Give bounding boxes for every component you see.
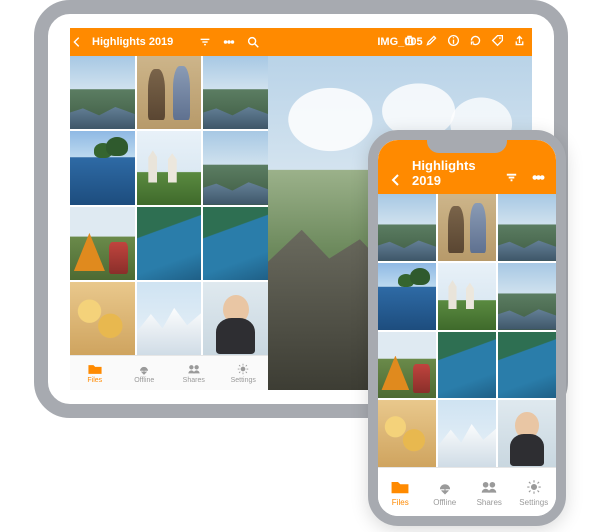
gallery-thumb[interactable] <box>70 282 135 355</box>
gallery-thumb[interactable] <box>438 263 496 330</box>
share-icon[interactable] <box>513 34 526 50</box>
tab-settings[interactable]: Settings <box>219 356 269 390</box>
viewer-header-bar: IMG_005 <box>268 28 532 56</box>
refresh-icon[interactable] <box>469 34 482 50</box>
gallery-thumb[interactable] <box>137 56 202 129</box>
more-icon[interactable] <box>531 170 546 188</box>
gallery-thumb[interactable] <box>70 207 135 280</box>
gallery-header-bar: Highlights 2019 <box>70 28 268 56</box>
gallery-thumb[interactable] <box>438 194 496 261</box>
info-icon[interactable] <box>447 34 460 50</box>
tab-label: Files <box>87 377 102 384</box>
gallery-thumb[interactable] <box>498 194 556 261</box>
gallery-thumb[interactable] <box>137 207 202 280</box>
gallery-thumb[interactable] <box>203 207 268 280</box>
tab-files[interactable]: Files <box>378 468 423 516</box>
gallery-pane: Highlights 2019 <box>70 28 268 390</box>
tab-label: Shares <box>183 377 205 384</box>
gallery-thumb[interactable] <box>70 56 135 129</box>
gallery-thumb[interactable] <box>498 332 556 399</box>
phone-tab-bar: Files Offline Shares Settings <box>378 467 556 516</box>
gallery-thumb[interactable] <box>498 263 556 330</box>
gallery-thumb[interactable] <box>137 131 202 204</box>
tab-label: Settings <box>231 377 256 384</box>
back-icon[interactable] <box>388 172 404 188</box>
gallery-title: Highlights 2019 <box>92 36 173 48</box>
more-icon[interactable] <box>222 35 236 49</box>
gallery-thumb[interactable] <box>498 400 556 467</box>
tab-settings[interactable]: Settings <box>512 468 557 516</box>
tab-label: Offline <box>433 498 456 507</box>
phone-screen: Highlights 2019 <box>378 140 556 516</box>
tab-label: Shares <box>477 498 502 507</box>
gallery-thumb[interactable] <box>438 332 496 399</box>
search-icon[interactable] <box>246 35 260 49</box>
tab-label: Offline <box>134 377 154 384</box>
phone-device-frame: Highlights 2019 <box>368 130 566 526</box>
edit-icon[interactable] <box>425 34 438 50</box>
tab-label: Files <box>392 498 409 507</box>
sort-icon[interactable] <box>198 35 212 49</box>
gallery-thumb[interactable] <box>203 56 268 129</box>
sort-icon[interactable] <box>504 170 519 188</box>
tab-files[interactable]: Files <box>70 356 120 390</box>
tablet-tab-bar: Files Offline Shares Settings <box>70 355 268 390</box>
tab-label: Settings <box>519 498 548 507</box>
gallery-thumb[interactable] <box>203 131 268 204</box>
tag-icon[interactable] <box>491 34 504 50</box>
back-icon[interactable] <box>70 35 84 49</box>
tab-shares[interactable]: Shares <box>467 468 512 516</box>
phone-gallery-grid <box>378 194 556 467</box>
gallery-thumb[interactable] <box>378 400 436 467</box>
gallery-thumb[interactable] <box>70 131 135 204</box>
tab-offline[interactable]: Offline <box>120 356 170 390</box>
gallery-thumb[interactable] <box>378 332 436 399</box>
tab-offline[interactable]: Offline <box>423 468 468 516</box>
phone-notch <box>427 139 507 153</box>
trash-icon[interactable] <box>403 34 416 50</box>
gallery-thumb[interactable] <box>203 282 268 355</box>
tab-shares[interactable]: Shares <box>169 356 219 390</box>
gallery-thumb[interactable] <box>438 400 496 467</box>
phone-title: Highlights 2019 <box>412 158 496 188</box>
gallery-thumb[interactable] <box>378 194 436 261</box>
gallery-grid <box>70 56 268 355</box>
gallery-thumb[interactable] <box>378 263 436 330</box>
gallery-thumb[interactable] <box>137 282 202 355</box>
